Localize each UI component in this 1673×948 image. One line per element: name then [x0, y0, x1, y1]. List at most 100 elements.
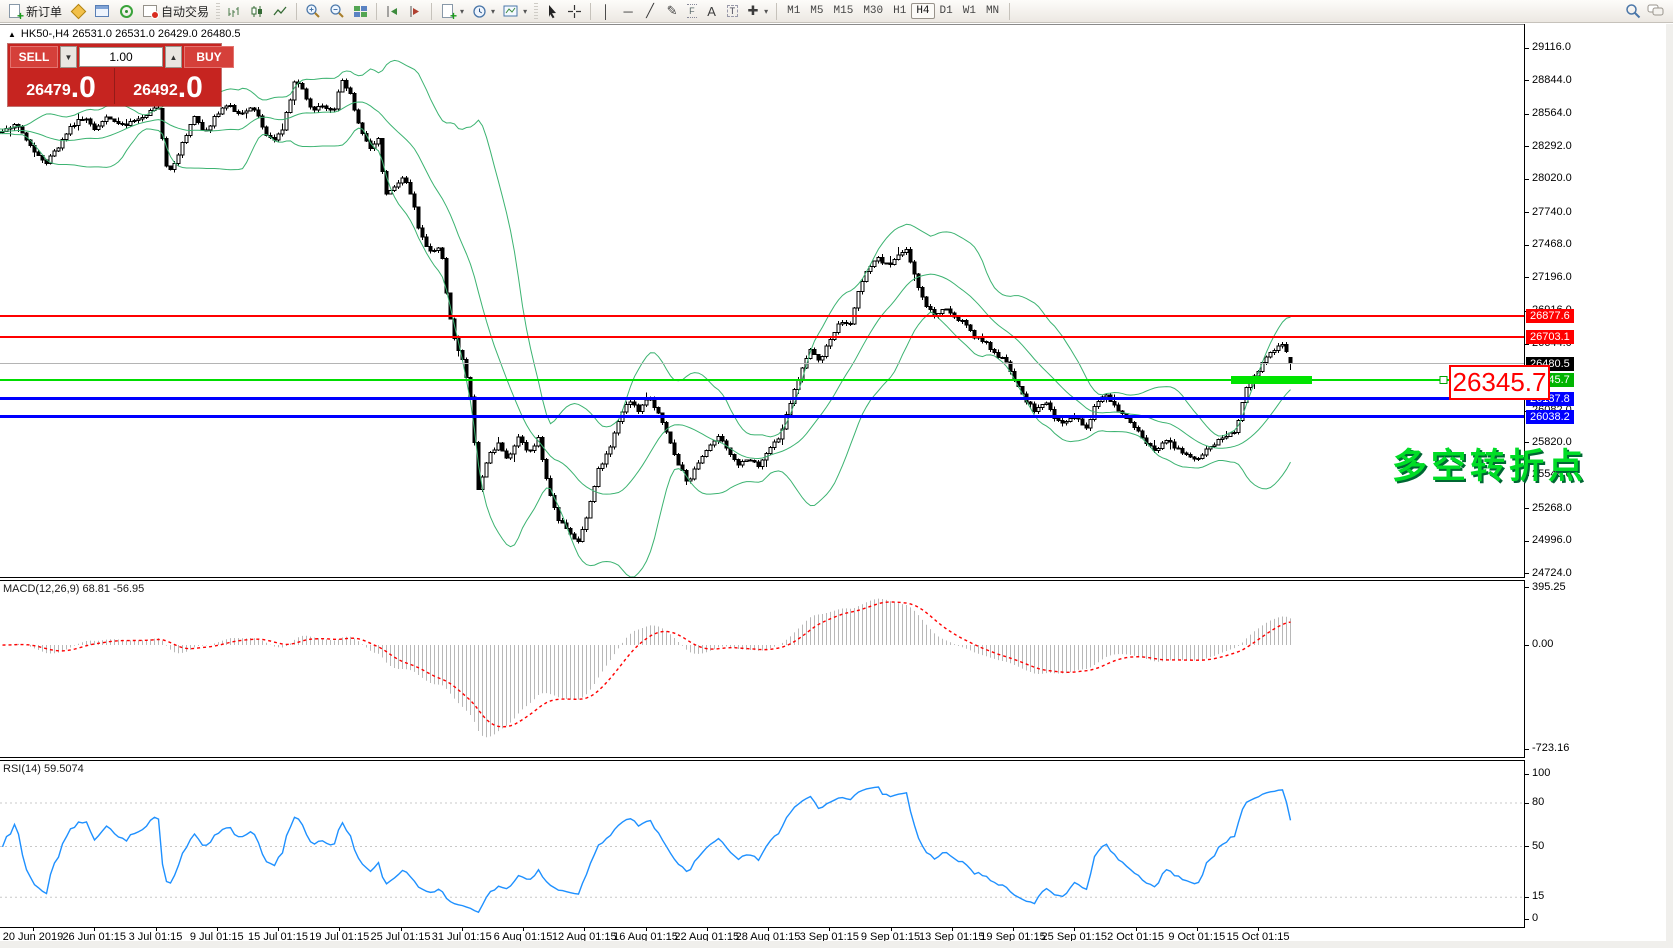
auto-trading-button[interactable]: 自动交易 — [139, 1, 212, 21]
channel-icon: ✎ — [666, 3, 678, 18]
chart-note-annotation[interactable]: 多空转折点 — [1392, 438, 1587, 489]
arrows-tool[interactable]: ✚ ▾ — [743, 1, 771, 21]
collapse-triangle-icon[interactable]: ▲ — [8, 30, 16, 39]
signal-sonar-icon — [118, 3, 134, 19]
price-tick — [1525, 508, 1529, 510]
rsi-axis-label: 15 — [1532, 890, 1545, 903]
price-axis-label: 24996.0 — [1532, 534, 1572, 547]
timeframe-m30[interactable]: M30 — [858, 3, 888, 19]
timeframe-m1[interactable]: M1 — [782, 3, 805, 19]
auto-scroll-button[interactable] — [382, 1, 403, 21]
macd-axis-label: 0.00 — [1532, 638, 1554, 650]
price-tick — [1525, 212, 1529, 214]
line-chart-button[interactable] — [270, 1, 291, 21]
toolbar-separator — [776, 2, 778, 20]
periods-caret-icon: ▾ — [491, 6, 496, 16]
new-order-button[interactable]: + 新订单 — [4, 1, 65, 22]
fibonacci-icon: F — [687, 4, 697, 18]
level-price-label: 26703.1 — [1526, 329, 1574, 344]
sell-price-int: 26479 — [26, 82, 71, 99]
macd-tick — [1525, 748, 1529, 750]
one-click-trade-panel: SELL ▼ ▲ BUY 26479.0 26492.0 — [8, 44, 234, 106]
timeframe-m15[interactable]: M15 — [829, 3, 859, 19]
buy-button[interactable]: BUY — [184, 46, 234, 68]
horizontal-line-tool[interactable]: ─ — [618, 1, 638, 21]
volume-decrease-button[interactable]: ▼ — [60, 46, 77, 68]
price-axis-label: 28020.0 — [1532, 172, 1572, 185]
templates-button[interactable]: ▾ — [500, 1, 530, 21]
timeframe-d1[interactable]: D1 — [935, 3, 958, 19]
bar-chart-icon — [227, 4, 242, 19]
rsi-tick — [1525, 918, 1529, 920]
price-axis-label: 25268.0 — [1532, 501, 1572, 514]
zoom-out-button[interactable] — [326, 1, 348, 21]
candlestick-chart-button[interactable] — [247, 1, 268, 21]
toolbar-right-tools — [1625, 3, 1669, 19]
price-pane[interactable] — [0, 24, 1525, 577]
volume-increase-button[interactable]: ▲ — [165, 46, 182, 68]
chart-window: MACD(12,26,9) 68.81 -56.95 RSI(14) 59.50… — [0, 24, 1673, 948]
timeframe-h1[interactable]: H1 — [888, 3, 911, 19]
market-watch-button[interactable] — [91, 1, 113, 21]
cursor-button[interactable] — [542, 1, 562, 21]
price-axis-label: 27468.0 — [1532, 238, 1572, 251]
price-axis-label: 27740.0 — [1532, 205, 1572, 218]
price-axis-label: 24724.0 — [1532, 566, 1572, 579]
buy-price[interactable]: 26492.0 — [115, 68, 221, 104]
window-right-edge — [1666, 24, 1673, 948]
text-label-tool[interactable]: T — [724, 1, 742, 21]
volume-input[interactable] — [79, 47, 163, 67]
timeframe-m5[interactable]: M5 — [805, 3, 828, 19]
zoom-out-icon — [329, 3, 345, 19]
timeframe-mn[interactable]: MN — [981, 3, 1004, 19]
vertical-line-tool[interactable]: │ — [596, 1, 616, 21]
signals-button[interactable] — [115, 1, 137, 21]
search-icon[interactable] — [1625, 3, 1641, 19]
trendline-icon: ╱ — [646, 3, 654, 18]
level-price-label: 26877.6 — [1526, 309, 1574, 324]
rsi-axis-label: 80 — [1532, 796, 1545, 808]
price-axis-label: 29116.0 — [1532, 41, 1571, 53]
crosshair-button[interactable] — [564, 1, 585, 21]
timeframe-buttons: M1 M5 M15 M30 H1 H4 D1 W1 MN — [782, 3, 1004, 19]
fibonacci-tool[interactable]: F — [684, 1, 700, 21]
rsi-label: RSI(14) 59.5074 — [3, 763, 84, 775]
price-tick — [1525, 80, 1529, 82]
trendline-tool[interactable]: ╱ — [640, 1, 660, 21]
chart-shift-button[interactable] — [405, 1, 426, 21]
line-chart-icon — [273, 4, 288, 19]
timeframe-w1[interactable]: W1 — [958, 3, 981, 19]
bar-chart-button[interactable] — [224, 1, 245, 21]
toolbar-separator — [376, 2, 378, 20]
sell-price[interactable]: 26479.0 — [8, 68, 114, 104]
indicators-button[interactable]: + ▾ — [437, 1, 467, 22]
toolbar-separator — [296, 2, 298, 20]
toolbar-grip — [534, 3, 539, 19]
rsi-axis-label: 0 — [1532, 912, 1539, 924]
price-tick — [1525, 277, 1529, 279]
clock-icon — [472, 4, 487, 19]
sell-button[interactable]: SELL — [10, 46, 58, 68]
price-axis-label: 28564.0 — [1532, 107, 1572, 120]
buy-price-frac: .0 — [177, 71, 203, 104]
templates-caret-icon: ▾ — [523, 6, 528, 16]
zoom-in-icon — [305, 3, 321, 19]
price-tick — [1525, 146, 1529, 148]
text-icon: A — [707, 3, 716, 19]
chart-profiles-button[interactable] — [67, 1, 89, 21]
chat-icon[interactable] — [1647, 3, 1665, 19]
macd-axis-label: 395.25 — [1532, 580, 1566, 593]
tile-windows-button[interactable] — [350, 1, 371, 21]
auto-trading-label: 自动交易 — [161, 4, 210, 19]
periods-button[interactable]: ▾ — [469, 1, 498, 21]
text-tool[interactable]: A — [702, 1, 722, 21]
equidistant-channel-tool[interactable]: ✎ — [662, 1, 682, 21]
zoom-in-button[interactable] — [302, 1, 324, 21]
rsi-tick — [1525, 846, 1529, 847]
rsi-axis-label: 100 — [1532, 767, 1551, 779]
price-tick — [1525, 540, 1529, 542]
rsi-pane[interactable]: RSI(14) 59.5074 — [0, 761, 1525, 927]
macd-pane[interactable]: MACD(12,26,9) 68.81 -56.95 — [0, 581, 1525, 757]
price-level-callout[interactable]: 26345.7 — [1449, 365, 1550, 400]
timeframe-h4[interactable]: H4 — [911, 3, 935, 19]
